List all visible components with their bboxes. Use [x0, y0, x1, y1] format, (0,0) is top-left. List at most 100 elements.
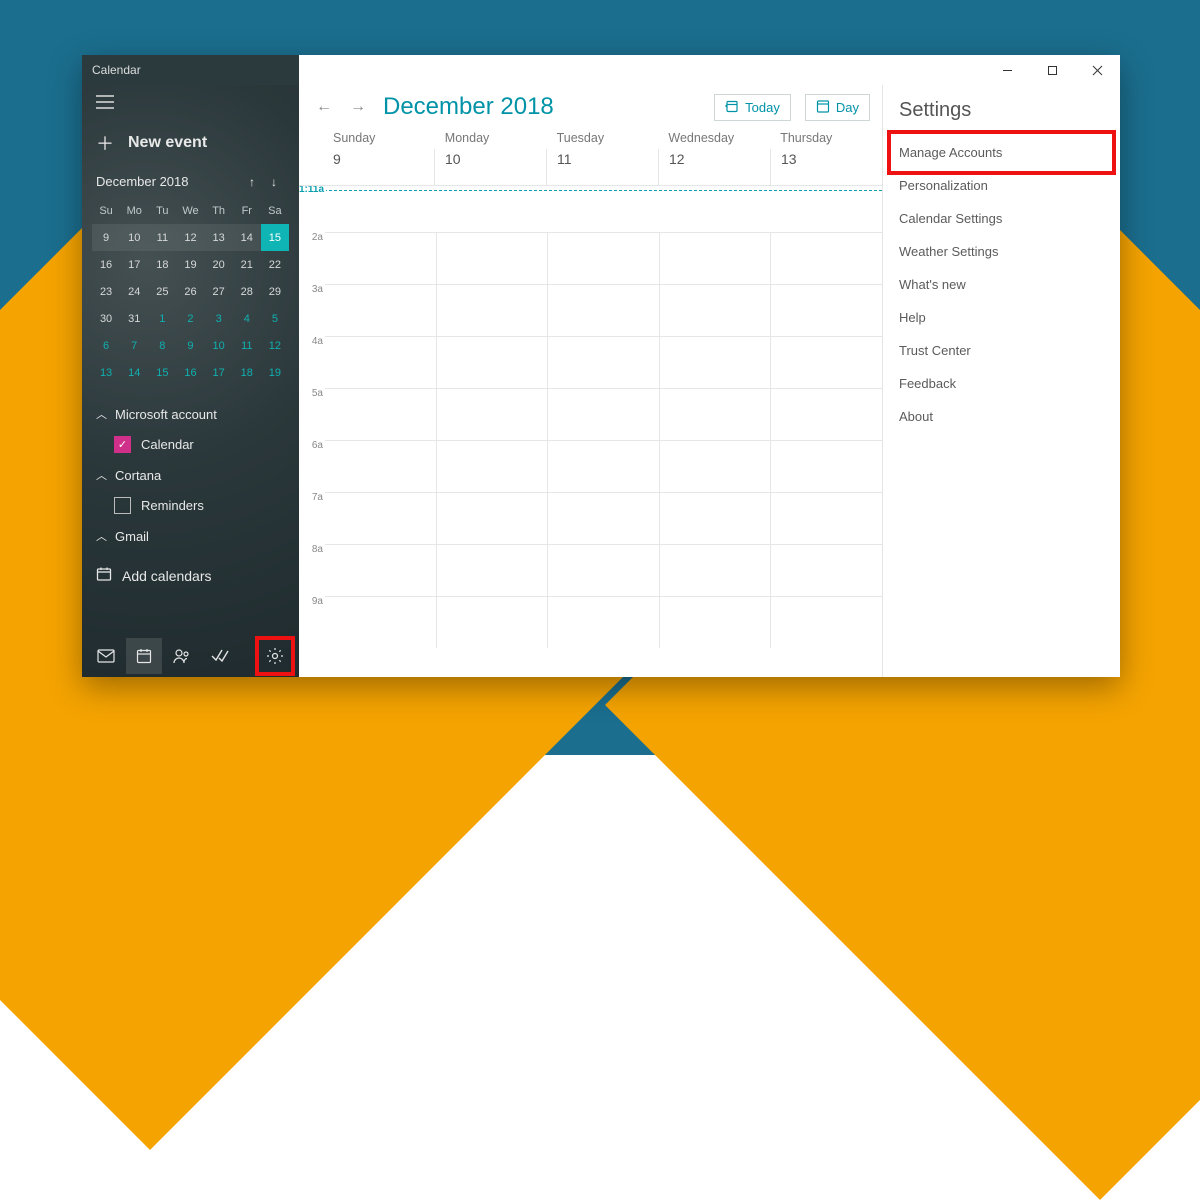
mini-cal-day[interactable]: 19: [261, 359, 289, 386]
mini-cal-day[interactable]: 15: [148, 359, 176, 386]
time-cell[interactable]: [325, 545, 436, 596]
mini-cal-day[interactable]: 14: [233, 224, 261, 251]
maximize-button[interactable]: [1030, 55, 1075, 85]
time-cell[interactable]: [659, 233, 771, 284]
mini-cal-day[interactable]: 10: [205, 332, 233, 359]
time-cell[interactable]: [325, 389, 436, 440]
time-cell[interactable]: [547, 337, 659, 388]
settings-item[interactable]: Personalization: [899, 169, 1104, 202]
time-cell[interactable]: [770, 285, 882, 336]
time-cell[interactable]: [770, 493, 882, 544]
new-event-button[interactable]: ＋ New event: [82, 122, 299, 170]
time-cell[interactable]: [770, 441, 882, 492]
time-grid[interactable]: 1:11a 2a3a4a5a6a7a8a9a: [299, 186, 882, 677]
mini-cal-day[interactable]: 21: [233, 251, 261, 278]
calendar-toggle[interactable]: Reminders: [88, 491, 293, 520]
time-cell[interactable]: [659, 597, 771, 648]
time-cell[interactable]: [659, 545, 771, 596]
date-cell[interactable]: 13: [770, 149, 882, 185]
mini-cal-day[interactable]: 10: [120, 224, 148, 251]
mini-cal-day[interactable]: 9: [92, 224, 120, 251]
mini-cal-day[interactable]: 13: [205, 224, 233, 251]
time-cell[interactable]: [436, 493, 548, 544]
date-cell[interactable]: 9: [323, 149, 434, 185]
mini-cal-day[interactable]: 20: [205, 251, 233, 278]
mini-cal-day[interactable]: 25: [148, 278, 176, 305]
mini-cal-day[interactable]: 16: [92, 251, 120, 278]
time-cell[interactable]: [325, 337, 436, 388]
time-cell[interactable]: [436, 441, 548, 492]
time-cell[interactable]: [547, 545, 659, 596]
mini-cal-day[interactable]: 5: [261, 305, 289, 332]
time-cell[interactable]: [436, 389, 548, 440]
time-cell[interactable]: [547, 597, 659, 648]
mini-cal-day[interactable]: 4: [233, 305, 261, 332]
account-header[interactable]: ︿Cortana: [88, 459, 293, 491]
mini-cal-day[interactable]: 19: [176, 251, 204, 278]
mini-cal-day[interactable]: 31: [120, 305, 148, 332]
todo-button[interactable]: [202, 638, 238, 674]
mini-cal-month[interactable]: December 2018: [96, 174, 241, 189]
calendar-toggle[interactable]: ✓Calendar: [88, 430, 293, 459]
mini-cal-day[interactable]: 1: [148, 305, 176, 332]
mini-cal-day[interactable]: 12: [261, 332, 289, 359]
calendar-button[interactable]: [126, 638, 162, 674]
mini-cal-day[interactable]: 16: [176, 359, 204, 386]
mini-cal-day[interactable]: 6: [92, 332, 120, 359]
time-cell[interactable]: [436, 337, 548, 388]
time-cell[interactable]: [547, 285, 659, 336]
settings-item[interactable]: Calendar Settings: [899, 202, 1104, 235]
time-cell[interactable]: [770, 597, 882, 648]
time-cell[interactable]: [770, 389, 882, 440]
settings-item[interactable]: What's new: [899, 268, 1104, 301]
time-cell[interactable]: [659, 285, 771, 336]
time-cell[interactable]: [659, 337, 771, 388]
date-cell[interactable]: 12: [658, 149, 770, 185]
time-cell[interactable]: [325, 493, 436, 544]
settings-item[interactable]: Weather Settings: [899, 235, 1104, 268]
mini-cal-prev[interactable]: ↑: [241, 175, 263, 189]
time-cell[interactable]: [547, 233, 659, 284]
mini-cal-day[interactable]: 9: [176, 332, 204, 359]
view-switch-button[interactable]: Day: [805, 94, 870, 121]
mini-cal-day[interactable]: 7: [120, 332, 148, 359]
time-cell[interactable]: [659, 389, 771, 440]
minimize-button[interactable]: [985, 55, 1030, 85]
checkbox[interactable]: [114, 497, 131, 514]
date-cell[interactable]: 10: [434, 149, 546, 185]
time-cell[interactable]: [770, 545, 882, 596]
add-calendars-button[interactable]: Add calendars: [82, 554, 299, 597]
account-header[interactable]: ︿Microsoft account: [88, 398, 293, 430]
mini-cal-day[interactable]: 28: [233, 278, 261, 305]
mini-cal-day[interactable]: 8: [148, 332, 176, 359]
mini-cal-day[interactable]: 30: [92, 305, 120, 332]
mini-cal-next[interactable]: ↓: [263, 175, 285, 189]
mini-cal-day[interactable]: 11: [148, 224, 176, 251]
mini-cal-day[interactable]: 24: [120, 278, 148, 305]
settings-item[interactable]: Feedback: [899, 367, 1104, 400]
time-cell[interactable]: [325, 233, 436, 284]
account-header[interactable]: ︿Gmail: [88, 520, 293, 552]
mini-cal-day[interactable]: 15: [261, 224, 289, 251]
checkbox[interactable]: ✓: [114, 436, 131, 453]
settings-item[interactable]: Trust Center: [899, 334, 1104, 367]
mini-cal-day[interactable]: 22: [261, 251, 289, 278]
settings-item[interactable]: Help: [899, 301, 1104, 334]
mini-cal-day[interactable]: 18: [148, 251, 176, 278]
mini-cal-day[interactable]: 11: [233, 332, 261, 359]
time-cell[interactable]: [770, 233, 882, 284]
time-cell[interactable]: [325, 285, 436, 336]
time-cell[interactable]: [659, 441, 771, 492]
settings-button[interactable]: [257, 638, 293, 674]
mini-cal-day[interactable]: 23: [92, 278, 120, 305]
hamburger-button[interactable]: [82, 85, 299, 122]
mini-cal-day[interactable]: 13: [92, 359, 120, 386]
mini-cal-day[interactable]: 12: [176, 224, 204, 251]
time-cell[interactable]: [770, 337, 882, 388]
time-cell[interactable]: [547, 441, 659, 492]
time-cell[interactable]: [436, 545, 548, 596]
date-cell[interactable]: 11: [546, 149, 658, 185]
mini-cal-day[interactable]: 17: [120, 251, 148, 278]
time-cell[interactable]: [436, 233, 548, 284]
mini-cal-day[interactable]: 18: [233, 359, 261, 386]
